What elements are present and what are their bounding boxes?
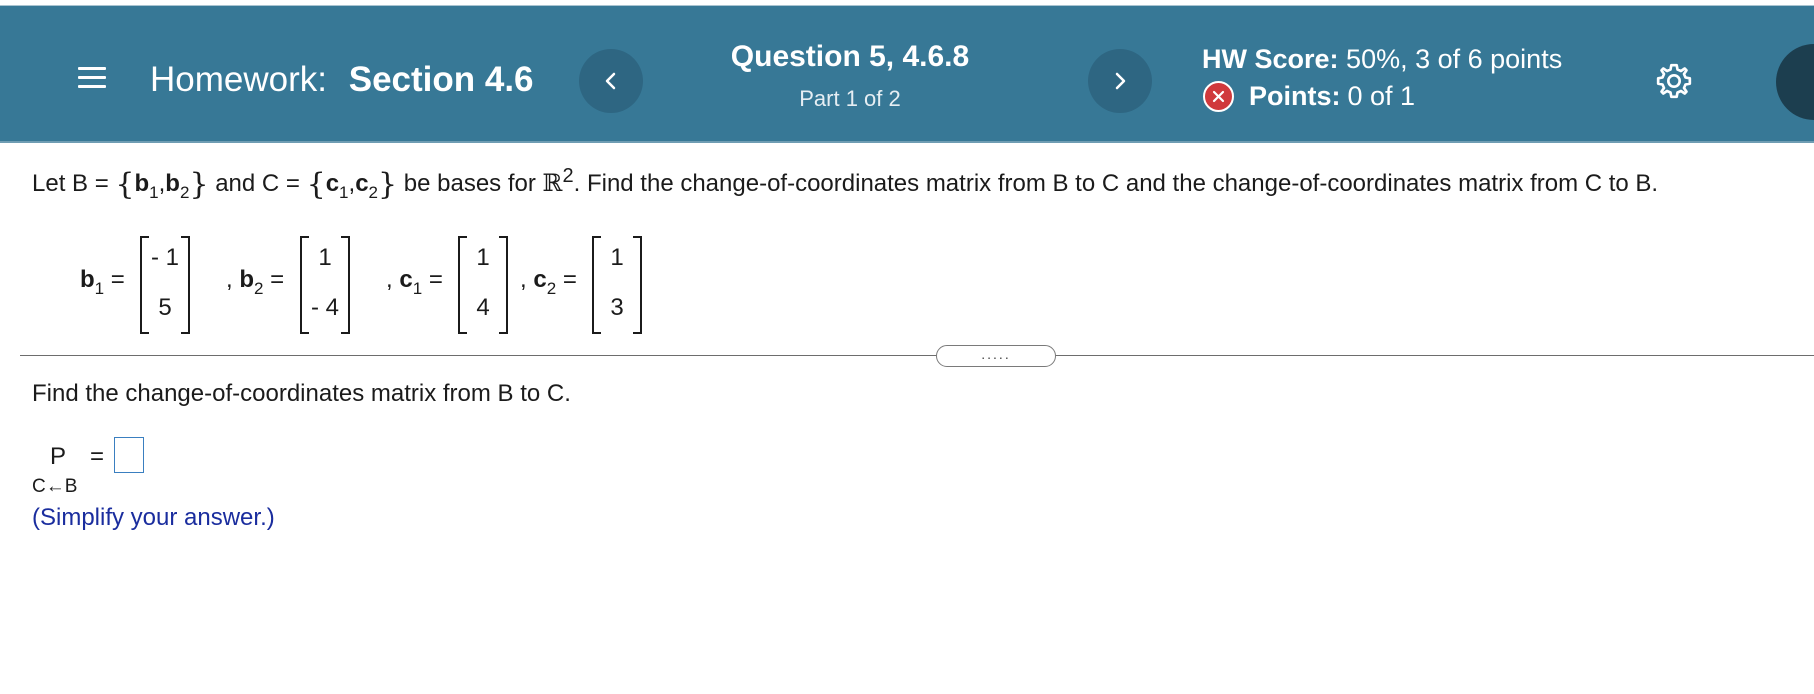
part-question: Find the change-of-coordinates matrix fr… — [32, 380, 571, 407]
prompt-text: be bases for — [397, 170, 543, 197]
left-brace: { — [115, 167, 135, 202]
problem-statement: Let B = {b1,b2} and C = {c1,c2} be bases… — [32, 165, 1659, 202]
column-vector: 1 - 4 — [300, 236, 350, 334]
section-name: Section 4.6 — [348, 60, 534, 99]
vector-entry: 4 — [476, 294, 490, 321]
homework-label: Homework: — [150, 60, 327, 99]
right-brace: } — [378, 167, 398, 202]
section-divider — [20, 355, 1814, 356]
column-vector: 1 4 — [458, 236, 508, 334]
basis-subscript: 2 — [368, 183, 379, 202]
top-navigation-bar: Homework: Section 4.6 Question 5, 4.6.8 … — [0, 5, 1814, 143]
question-part: Part 1 of 2 — [799, 86, 901, 111]
matrix-subscript: C←B — [32, 476, 78, 497]
vector-label: b1 = — [80, 266, 125, 298]
real-numbers-symbol: ℝ — [542, 169, 563, 197]
next-question-button[interactable] — [1088, 49, 1152, 113]
previous-question-button[interactable] — [579, 49, 643, 113]
hw-score-value: 50%, 3 of 6 points — [1346, 44, 1563, 74]
hamburger-menu-icon[interactable] — [78, 63, 108, 93]
column-vector: 1 3 — [592, 236, 642, 334]
chevron-left-icon — [605, 72, 616, 90]
prompt-text: . Find the change-of-coordinates matrix … — [573, 170, 1659, 197]
matrix-label: P — [50, 443, 67, 470]
right-brace: } — [189, 167, 209, 202]
question-title: Question 5, 4.6.8 — [730, 40, 970, 73]
homework-title: Homework: Section 4.6 — [150, 58, 534, 102]
vector-entry: 3 — [610, 294, 624, 321]
vector-entry: 1 — [318, 244, 332, 271]
prompt-text: Let B = — [32, 170, 116, 197]
vector-entry: - 1 — [150, 244, 179, 271]
hw-score-label: HW Score: — [1202, 44, 1339, 74]
x-circle-icon — [1203, 81, 1234, 112]
vector-entry: 1 — [610, 244, 624, 271]
points-value: 0 of 1 — [1347, 81, 1416, 111]
basis-subscript: 1 — [339, 183, 349, 202]
hw-score: HW Score: 50%, 3 of 6 points — [1202, 44, 1562, 75]
vector-entry: 1 — [476, 244, 490, 271]
column-vector: - 1 5 — [140, 236, 190, 334]
vector-label: , b2 = — [226, 266, 285, 298]
vector-entry: - 4 — [310, 294, 339, 321]
expand-problem-button[interactable]: ..... — [936, 345, 1056, 367]
basis-element: c — [355, 170, 369, 197]
equals-sign: = — [90, 443, 105, 470]
gear-icon[interactable] — [1654, 61, 1694, 101]
chevron-right-icon — [1115, 72, 1126, 90]
basis-element: b — [134, 170, 150, 197]
real-numbers-power: 2 — [562, 165, 574, 187]
avatar[interactable] — [1776, 44, 1814, 120]
answer-input[interactable] — [114, 437, 144, 473]
question-points: Points: 0 of 1 — [1202, 81, 1415, 112]
points-label: Points: — [1249, 81, 1341, 111]
basis-subscript: 1 — [149, 183, 159, 202]
vector-label: , c2 = — [520, 266, 577, 298]
basis-element: b — [165, 170, 180, 197]
vector-label: , c1 = — [386, 266, 443, 298]
left-brace: { — [306, 167, 326, 202]
vector-entry: 5 — [158, 294, 172, 321]
prompt-text: and C = — [208, 170, 307, 197]
basis-element: c — [325, 170, 340, 197]
answer-hint: (Simplify your answer.) — [32, 504, 275, 531]
